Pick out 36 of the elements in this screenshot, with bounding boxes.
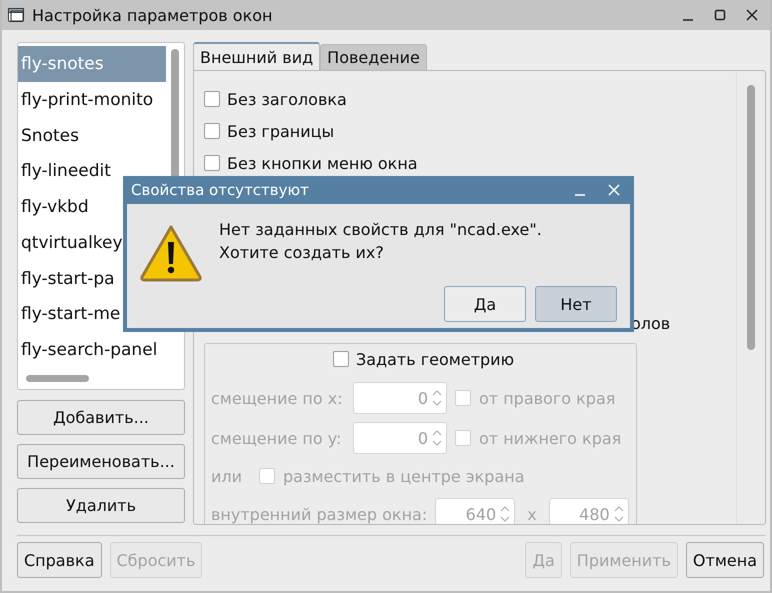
checkbox[interactable] [204, 91, 220, 107]
list-button[interactable]: Добавить... [17, 400, 185, 435]
option-label: от правого края [479, 388, 616, 408]
field-label: внутренний размер окна: [211, 504, 428, 524]
maximize-icon[interactable] [714, 9, 726, 21]
dialog-button[interactable]: Нет [535, 286, 617, 322]
separator-label: x [527, 504, 537, 524]
window-icon [8, 8, 24, 22]
field-label: смещение по y: [211, 428, 342, 448]
window-title: Настройка параметров окон [32, 6, 274, 24]
option-label: разместить в центре экрана [283, 466, 525, 486]
dialog-button[interactable]: Да [444, 286, 526, 322]
list-button[interactable]: Переименовать... [17, 444, 185, 479]
scrollbar-thumb[interactable] [26, 374, 89, 382]
list-button[interactable]: Удалить [17, 488, 185, 523]
tab[interactable]: Внешний вид [193, 42, 320, 70]
list-item[interactable]: fly-print-monito [18, 82, 166, 118]
option-label: от нижнего края [479, 428, 622, 448]
option-label: Без кнопки меню окна [227, 154, 418, 172]
footer-button[interactable]: Отмена [686, 542, 764, 578]
option-label: Задать геометрию [356, 350, 514, 368]
checkbox[interactable] [204, 155, 220, 171]
footer-button[interactable]: Справка [17, 542, 102, 578]
option-label: Без заголовка [227, 90, 347, 108]
scrollbar-thumb[interactable] [747, 85, 755, 350]
tab[interactable]: Поведение [320, 44, 427, 70]
dialog-message: Нет заданных свойств для "ncad.exe". Хотите создать их? [219, 219, 542, 264]
field-label: или [211, 466, 244, 486]
warning-icon [139, 224, 203, 282]
list-item[interactable]: fly-search-panel [18, 332, 166, 368]
list-item[interactable]: Snotes [18, 118, 166, 154]
close-icon[interactable] [746, 9, 758, 21]
option-label: Без границы [227, 122, 334, 140]
dialog-title: Свойства отсутствуют [131, 181, 310, 199]
field-label: смещение по x: [211, 388, 344, 408]
checkbox[interactable] [204, 123, 220, 139]
